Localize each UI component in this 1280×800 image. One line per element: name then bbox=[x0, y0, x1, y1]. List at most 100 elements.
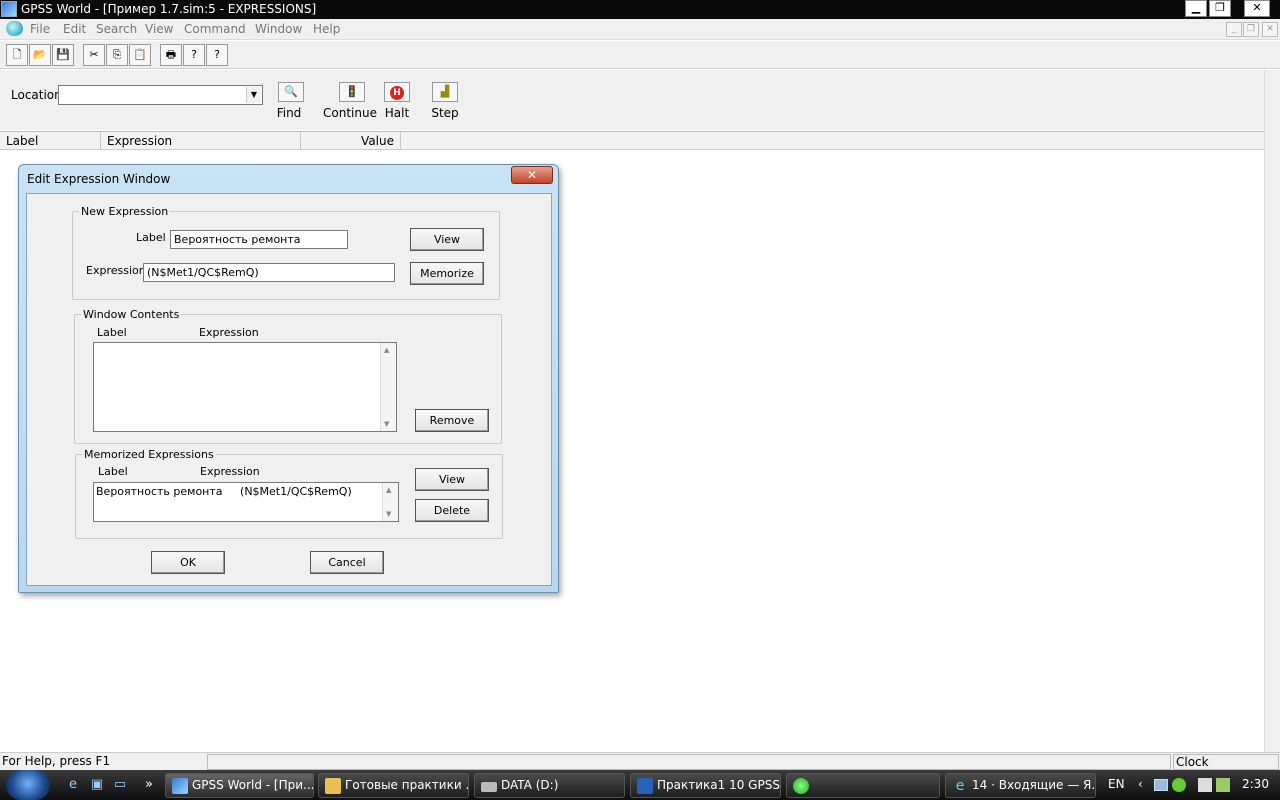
ok-button[interactable]: OK bbox=[151, 551, 225, 574]
memorized-item-expression: (N$Met1/QC$RemQ) bbox=[240, 485, 352, 498]
menu-file[interactable]: File bbox=[30, 22, 50, 36]
mdi-minimize-button[interactable]: _ bbox=[1226, 22, 1242, 37]
battery-icon[interactable] bbox=[1216, 778, 1230, 792]
copy-icon[interactable]: ⎘ bbox=[106, 44, 128, 66]
clock-time[interactable]: 2:30 bbox=[1242, 777, 1269, 791]
menu-edit[interactable]: Edit bbox=[63, 22, 86, 36]
window-contents-col-expression: Expression bbox=[199, 326, 259, 339]
quicklaunch-more-icon[interactable]: » bbox=[140, 776, 158, 794]
print-icon[interactable]: 🖶 bbox=[160, 44, 182, 66]
security-icon[interactable] bbox=[1172, 778, 1186, 792]
step-icon: ▟ bbox=[440, 85, 450, 98]
dialog-close-button[interactable]: ✕ bbox=[511, 166, 553, 184]
memorized-view-button[interactable]: View bbox=[415, 468, 489, 491]
new-expression-group bbox=[72, 211, 500, 300]
magnifier-icon: 🔍 bbox=[284, 85, 298, 98]
memorized-col-label: Label bbox=[98, 465, 128, 478]
ie-quicklaunch-icon[interactable]: e bbox=[64, 776, 82, 794]
restore-button[interactable]: ❐ bbox=[1209, 0, 1231, 17]
memorized-col-expression: Expression bbox=[200, 465, 260, 478]
remove-button[interactable]: Remove bbox=[415, 409, 489, 432]
mdi-close-button[interactable]: ✕ bbox=[1262, 22, 1278, 37]
task-inbox-browser[interactable]: e 14 · Входящие — Я... bbox=[945, 773, 1096, 798]
status-help-text: For Help, press F1 bbox=[2, 754, 111, 768]
menu-command[interactable]: Command bbox=[184, 22, 246, 36]
task-ready-practices-label: Готовые практики ... bbox=[345, 778, 469, 792]
new-expression-title: New Expression bbox=[79, 205, 171, 218]
chevron-down-icon[interactable]: ▼ bbox=[246, 87, 261, 103]
window-contents-list[interactable]: ▲ ▼ bbox=[93, 342, 397, 432]
window-contents-title: Window Contents bbox=[81, 308, 182, 321]
context-help-icon[interactable]: ? bbox=[206, 44, 228, 66]
find-label: Find bbox=[276, 106, 302, 120]
document-icon[interactable] bbox=[6, 21, 23, 36]
close-button[interactable]: ✕ bbox=[1244, 0, 1270, 17]
toolbar: 🗋 📂 💾 ✂ ⎘ 📋 🖶 ? ? bbox=[0, 41, 1280, 69]
delete-button[interactable]: Delete bbox=[415, 499, 489, 522]
column-expression[interactable]: Expression bbox=[101, 132, 301, 150]
step-button[interactable]: ▟ bbox=[432, 82, 458, 102]
show-desktop-icon[interactable]: ▭ bbox=[111, 776, 129, 794]
vertical-scrollbar[interactable] bbox=[1264, 70, 1280, 752]
menu-help[interactable]: Help bbox=[313, 22, 340, 36]
label-caption: Label bbox=[136, 231, 166, 244]
ie-icon: e bbox=[955, 778, 965, 794]
list-item[interactable]: Вероятность ремонта (N$Met1/QC$RemQ) bbox=[96, 485, 352, 498]
task-gpss-world[interactable]: GPSS World - [При... bbox=[165, 773, 314, 798]
halt-button[interactable]: H bbox=[384, 82, 410, 102]
menu-view[interactable]: View bbox=[145, 22, 173, 36]
location-label: Location bbox=[11, 88, 62, 102]
language-indicator[interactable]: EN bbox=[1108, 777, 1125, 791]
column-header: Label Expression Value bbox=[0, 131, 1264, 150]
task-word-document[interactable]: Практика1 10 GPSS.... bbox=[630, 773, 781, 798]
location-combobox[interactable]: ▼ bbox=[58, 85, 263, 105]
new-view-button[interactable]: View bbox=[410, 228, 484, 251]
column-value[interactable]: Value bbox=[301, 132, 401, 150]
task-inbox-browser-label: 14 · Входящие — Я... bbox=[972, 778, 1096, 792]
cancel-button[interactable]: Cancel bbox=[310, 551, 384, 574]
find-button[interactable]: 🔍 bbox=[278, 82, 304, 102]
cut-icon[interactable]: ✂ bbox=[83, 44, 105, 66]
memorized-item-label: Вероятность ремонта bbox=[96, 485, 223, 498]
minimize-button[interactable]: ▁ bbox=[1185, 0, 1207, 17]
task-gpss-world-label: GPSS World - [При... bbox=[192, 778, 314, 792]
window-contents-col-label: Label bbox=[97, 326, 127, 339]
menu-window[interactable]: Window bbox=[255, 22, 302, 36]
paste-icon[interactable]: 📋 bbox=[129, 44, 151, 66]
label-input[interactable]: Вероятность ремонта bbox=[170, 230, 348, 249]
mdi-restore-button[interactable]: ❐ bbox=[1243, 22, 1259, 37]
status-bar: For Help, press F1 Clock bbox=[0, 752, 1280, 770]
menu-bar: File Edit Search View Command Window Hel… bbox=[0, 19, 1280, 40]
memorize-button[interactable]: Memorize bbox=[410, 262, 484, 285]
task-media-player[interactable] bbox=[786, 773, 940, 798]
memorized-expressions-title: Memorized Expressions bbox=[82, 448, 216, 461]
task-data-drive-label: DATA (D:) bbox=[501, 778, 559, 792]
memorized-scrollbar[interactable]: ▲ ▼ bbox=[382, 483, 398, 521]
window-contents-scrollbar[interactable]: ▲ ▼ bbox=[380, 343, 396, 431]
edit-expression-dialog: Edit Expression Window ✕ New Expression … bbox=[18, 164, 559, 593]
network-icon[interactable] bbox=[1154, 779, 1168, 791]
new-icon[interactable]: 🗋 bbox=[6, 44, 28, 66]
task-data-drive[interactable]: DATA (D:) bbox=[474, 773, 625, 798]
help-icon[interactable]: ? bbox=[183, 44, 205, 66]
task-ready-practices[interactable]: Готовые практики ... bbox=[318, 773, 469, 798]
expression-input[interactable]: (N$Met1/QC$RemQ) bbox=[143, 263, 395, 282]
switch-windows-icon[interactable]: ▣ bbox=[88, 776, 106, 794]
drive-icon bbox=[481, 782, 497, 792]
tray-expand-icon[interactable]: ‹ bbox=[1138, 777, 1143, 791]
status-clock: Clock bbox=[1173, 754, 1279, 770]
save-icon[interactable]: 💾 bbox=[52, 44, 74, 66]
window-title: GPSS World - [Пример 1.7.sim:5 - EXPRESS… bbox=[21, 2, 317, 16]
expression-caption: Expression bbox=[86, 264, 146, 277]
traffic-light-icon: 🚦 bbox=[345, 85, 359, 98]
device-icon[interactable] bbox=[1198, 778, 1212, 792]
step-label: Step bbox=[431, 106, 459, 120]
open-icon[interactable]: 📂 bbox=[29, 44, 51, 66]
continue-button[interactable]: 🚦 bbox=[339, 82, 365, 102]
start-button[interactable] bbox=[6, 770, 50, 800]
column-label[interactable]: Label bbox=[0, 132, 101, 150]
memorized-list[interactable]: Вероятность ремонта (N$Met1/QC$RemQ) ▲ ▼ bbox=[93, 482, 399, 522]
menu-search[interactable]: Search bbox=[96, 22, 137, 36]
task-word-document-label: Практика1 10 GPSS.... bbox=[657, 778, 780, 792]
gpss-task-icon bbox=[172, 778, 188, 794]
